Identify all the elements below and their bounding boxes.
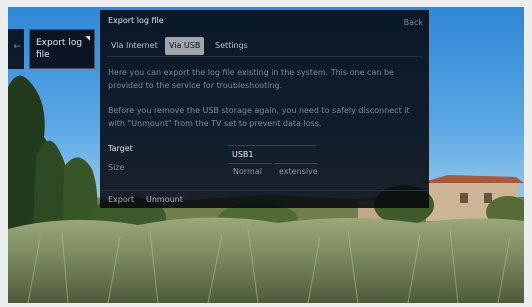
export-button[interactable]: Export bbox=[104, 191, 138, 209]
panel-footer: Export Unmount bbox=[100, 190, 429, 209]
back-button[interactable]: Back bbox=[404, 18, 423, 27]
target-label: Target bbox=[108, 144, 133, 153]
tab-via-usb[interactable]: Via USB bbox=[165, 37, 205, 55]
side-menu-item-label: Export log file bbox=[36, 38, 83, 60]
tab-via-internet[interactable]: Via Internet bbox=[107, 37, 162, 55]
side-menu-previous-item[interactable]: ← bbox=[8, 29, 24, 69]
tv-frame: ← Export log file ◥ Export log file Back… bbox=[0, 0, 532, 307]
size-option-extensive[interactable]: extensive bbox=[274, 163, 318, 178]
export-log-file-panel: Export log file Back Via Internet Via US… bbox=[100, 10, 429, 208]
tab-settings[interactable]: Settings bbox=[211, 37, 252, 55]
size-label: Size bbox=[108, 163, 125, 172]
side-menu-item-export-log-file[interactable]: Export log file ◥ bbox=[29, 29, 95, 69]
intro-text: Here you can export the log file existin… bbox=[108, 68, 394, 90]
tv-screen: ← Export log file ◥ Export log file Back… bbox=[8, 7, 524, 303]
tab-divider bbox=[107, 56, 423, 57]
warning-text: Before you remove the USB storage again,… bbox=[108, 106, 410, 128]
arrow-left-icon: ← bbox=[13, 42, 21, 52]
unmount-button[interactable]: Unmount bbox=[142, 191, 187, 209]
size-option-normal[interactable]: Normal bbox=[228, 163, 272, 178]
panel-title: Export log file bbox=[108, 16, 164, 25]
corner-indicator-icon: ◥ bbox=[85, 35, 90, 42]
target-value-field[interactable]: USB1 bbox=[228, 145, 316, 162]
side-menu: ← Export log file ◥ bbox=[8, 29, 95, 69]
